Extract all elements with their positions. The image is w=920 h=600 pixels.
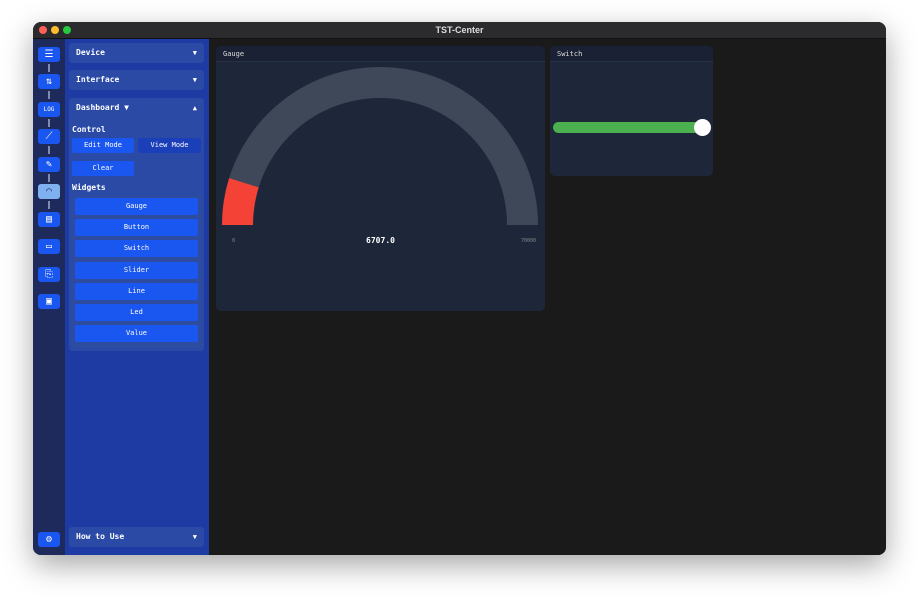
dashboard-canvas: Gauge 0 6707.0 70000 Switch [209,39,886,555]
log-icon[interactable]: LOG [38,102,60,117]
gauge-track [222,67,538,225]
accordion-how-to-use[interactable]: How to Use ▼ [69,527,204,547]
widget-list: Gauge Button Switch Slider Line Led Value [72,195,201,347]
widget-button-switch[interactable]: Switch [75,240,198,258]
monitor-icon[interactable]: ▭ [38,239,60,254]
zoom-window-button[interactable] [63,26,71,34]
chart-line-icon[interactable]: ⟋ [38,129,60,144]
settings-icon[interactable]: ⚙ [38,532,60,547]
menu-icon[interactable]: ☰ [38,47,60,62]
control-label: Control [72,125,106,134]
accordion-label: Dashboard ▼ [76,103,129,112]
widget-button-button[interactable]: Button [75,219,198,237]
app-window: TST-Center ☰ ⇅ LOG ⟋ ✎ ◠ ▤ ▭ ⎘ ▣ ⚙ Devic… [33,22,886,555]
accordion-label: How to Use [76,532,125,541]
dashboard-panel: Dashboard ▼ ▲ Control Edit Mode View Mode… [69,98,204,351]
gauge-value: 6707.0 [366,236,395,245]
accordion-interface[interactable]: Interface ▼ [69,70,204,90]
switch-toggle[interactable] [553,119,711,136]
title-bar: TST-Center [33,22,886,39]
script-icon[interactable]: ✎ [38,157,60,172]
gauge-title: Gauge [216,46,545,62]
close-window-button[interactable] [39,26,47,34]
chevron-up-icon: ▲ [192,104,197,112]
accordion-label: Interface [76,75,120,84]
icon-rail: ☰ ⇅ LOG ⟋ ✎ ◠ ▤ ▭ ⎘ ▣ ⚙ [33,39,65,555]
dashboard-gauge-icon[interactable]: ◠ [38,184,60,199]
switch-widget[interactable]: Switch [550,46,713,176]
transfer-icon[interactable]: ⇅ [38,74,60,89]
widgets-label: Widgets [72,183,106,192]
edit-mode-button[interactable]: Edit Mode [72,138,134,153]
gauge-chart [222,67,538,225]
sidebar: Device ▼ Interface ▼ Dashboard ▼ ▲ Control … [65,39,209,555]
chevron-down-icon: ▼ [192,49,197,57]
widget-button-slider[interactable]: Slider [75,261,198,279]
table-icon[interactable]: ▤ [38,212,60,227]
clear-button[interactable]: Clear [72,161,134,176]
widget-button-led[interactable]: Led [75,304,198,321]
widget-button-line[interactable]: Line [75,282,198,300]
chevron-down-icon: ▼ [192,76,197,84]
gauge-max-label: 70000 [520,238,536,244]
accordion-dashboard[interactable]: Dashboard ▼ ▲ [69,98,204,118]
gauge-widget[interactable]: Gauge 0 6707.0 70000 [216,46,545,311]
view-mode-button[interactable]: View Mode [138,138,201,153]
widget-button-value[interactable]: Value [75,325,198,343]
accordion-label: Device [76,48,105,57]
chevron-down-icon: ▼ [192,533,197,541]
folder-search-icon[interactable]: ▣ [38,294,60,309]
switch-knob[interactable] [694,119,711,136]
file-export-icon[interactable]: ⎘ [38,267,60,282]
minimize-window-button[interactable] [51,26,59,34]
accordion-device[interactable]: Device ▼ [69,43,204,63]
window-title: TST-Center [435,25,484,35]
switch-title: Switch [550,46,713,62]
widget-button-gauge[interactable]: Gauge [75,198,198,215]
